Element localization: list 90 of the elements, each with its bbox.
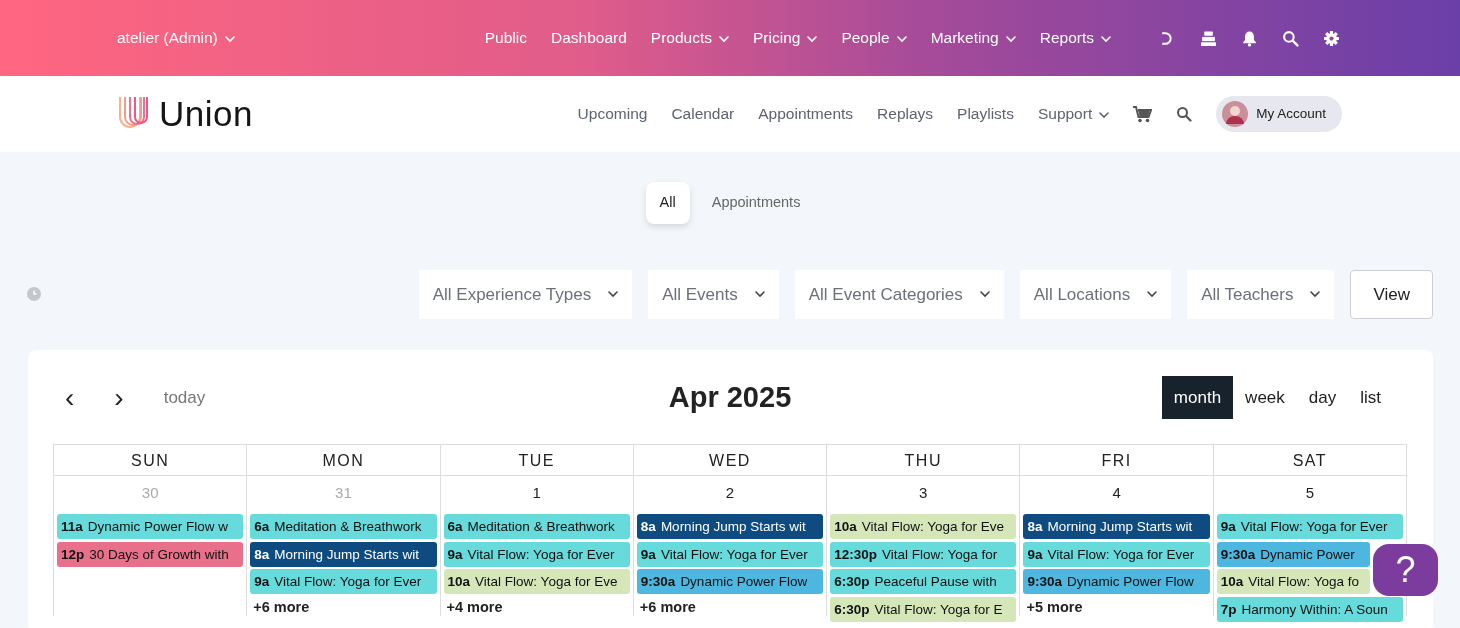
nav-link[interactable]: Products <box>650 26 729 50</box>
cart-icon[interactable] <box>1133 105 1153 123</box>
view-toggle[interactable]: day <box>1296 375 1349 420</box>
chevron-icon <box>1005 35 1016 43</box>
weekday-header: SUN <box>54 444 248 477</box>
account-button[interactable]: My Account <box>1216 96 1342 132</box>
more-link[interactable]: +6 more <box>635 596 825 619</box>
nav-link[interactable]: Calendar <box>671 102 735 126</box>
calendar-event[interactable]: 6a Meditation & Breathwork <box>250 514 437 540</box>
calendar-event[interactable]: 10a Vital Flow: Yoga for Eve <box>830 514 1017 540</box>
today-button[interactable]: today <box>151 384 218 411</box>
bell-icon[interactable] <box>1241 29 1258 47</box>
day-number: 31 <box>334 483 353 504</box>
chevron-icon <box>1101 35 1111 43</box>
filter-dropdown[interactable]: All Experience Types <box>418 269 633 319</box>
view-toggle[interactable]: week <box>1233 375 1297 420</box>
calendar-event[interactable]: 9a Vital Flow: Yoga for Ever <box>636 541 824 567</box>
avatar <box>1222 101 1249 127</box>
tab[interactable]: All <box>645 182 690 224</box>
nav-link[interactable]: Pricing <box>753 26 818 50</box>
nav-link[interactable]: Dashboard <box>551 26 627 50</box>
day-number: 30 <box>140 483 160 504</box>
calendar-event[interactable]: 8a Morning Jump Starts wit <box>636 514 824 540</box>
nav-link[interactable]: Marketing <box>930 26 1016 50</box>
chevron-icon <box>1099 111 1110 119</box>
calendar-event[interactable]: 9:30a Dynamic Power <box>1216 541 1370 567</box>
settings-icon[interactable] <box>1323 29 1340 47</box>
nav-link[interactable]: Playlists <box>957 102 1014 126</box>
weekday-header: MON <box>247 444 441 477</box>
next-button[interactable]: › <box>102 383 136 412</box>
calendar-event[interactable]: 10a Vital Flow: Yoga for Eve <box>443 569 630 595</box>
previous-button[interactable]: ‹ <box>53 383 87 412</box>
filter-dropdown[interactable]: All Events <box>648 269 779 319</box>
search-icon[interactable] <box>1282 29 1299 47</box>
clock-icon <box>27 287 41 302</box>
calendar-event[interactable]: 9:30a Dynamic Power Flow <box>1023 569 1210 595</box>
chevron-icon <box>1310 290 1321 298</box>
tab[interactable]: Appointments <box>697 182 815 224</box>
help-button[interactable]: ? <box>1373 544 1438 596</box>
calendar-event[interactable]: 9a Vital Flow: Yoga for Ever <box>443 541 630 567</box>
nav-link[interactable]: Appointments <box>758 102 854 126</box>
chevron-icon <box>1147 290 1158 298</box>
calendar-event[interactable]: 12p 30 Days of Growth with <box>57 541 244 567</box>
filter-dropdown[interactable]: All Event Categories <box>794 269 1004 319</box>
calendar-event[interactable]: 9:30a Dynamic Power Flow <box>636 569 824 595</box>
more-link[interactable]: +6 more <box>249 596 438 619</box>
calendar-event[interactable]: 9a Vital Flow: Yoga for Ever <box>250 569 437 595</box>
search-icon[interactable] <box>1176 106 1193 122</box>
chevron-icon <box>608 290 619 298</box>
weekday-header: THU <box>827 444 1021 477</box>
calendar-event[interactable]: 12:30p Vital Flow: Yoga for <box>830 541 1017 567</box>
calendar-event[interactable]: 9a Vital Flow: Yoga for Ever <box>1216 514 1403 540</box>
calendar-event[interactable]: 9a Vital Flow: Yoga for Ever <box>1023 541 1210 567</box>
calendar-event[interactable]: 8a Morning Jump Starts wit <box>250 541 437 567</box>
calendar-event[interactable]: 6:30p Peaceful Pause with <box>830 569 1017 595</box>
filter-dropdown[interactable]: All Locations <box>1019 269 1172 319</box>
calendar-event[interactable]: 11a Dynamic Power Flow w <box>57 514 244 540</box>
view-toggle[interactable]: month <box>1161 375 1234 420</box>
chevron-icon <box>754 290 765 298</box>
view-toggle[interactable]: list <box>1348 375 1393 420</box>
nav-link[interactable]: People <box>841 26 907 50</box>
calendar-event[interactable]: 6a Meditation & Breathwork <box>443 514 630 540</box>
day-number: 2 <box>724 483 736 504</box>
more-link[interactable]: +5 more <box>1022 596 1211 619</box>
filter-dropdown[interactable]: All Teachers <box>1187 269 1335 319</box>
chevron-icon <box>979 290 990 298</box>
calendar-event[interactable]: 7p Harmony Within: A Soun <box>1216 596 1403 622</box>
logo-text: Union <box>159 92 253 135</box>
weekday-header: SAT <box>1213 444 1407 477</box>
day-number: 5 <box>1304 483 1315 504</box>
calendar-event[interactable]: 6:30p Vital Flow: Yoga for E <box>830 596 1017 622</box>
more-link[interactable]: +4 more <box>442 596 631 619</box>
weekday-header: TUE <box>440 444 634 477</box>
nav-link[interactable]: Support <box>1037 102 1110 126</box>
day-number: 1 <box>531 483 542 504</box>
chevron-icon <box>719 35 729 43</box>
chevron-icon <box>224 35 235 43</box>
nav-link[interactable]: Reports <box>1039 26 1111 50</box>
calendar-event[interactable]: 8a Morning Jump Starts wit <box>1023 514 1210 540</box>
weekday-header: WED <box>633 444 828 477</box>
chevron-icon <box>807 35 818 43</box>
day-number: 4 <box>1111 483 1122 504</box>
calendar-title: Apr 2025 <box>668 380 792 415</box>
calendar-event[interactable]: 10a Vital Flow: Yoga fo <box>1216 569 1370 595</box>
chevron-icon <box>896 35 907 43</box>
day-number: 3 <box>918 483 929 504</box>
weekday-header: FRI <box>1020 444 1214 477</box>
nav-link[interactable]: Replays <box>877 102 934 126</box>
nav-link[interactable]: Upcoming <box>577 102 648 126</box>
view-button[interactable]: View <box>1350 269 1433 319</box>
